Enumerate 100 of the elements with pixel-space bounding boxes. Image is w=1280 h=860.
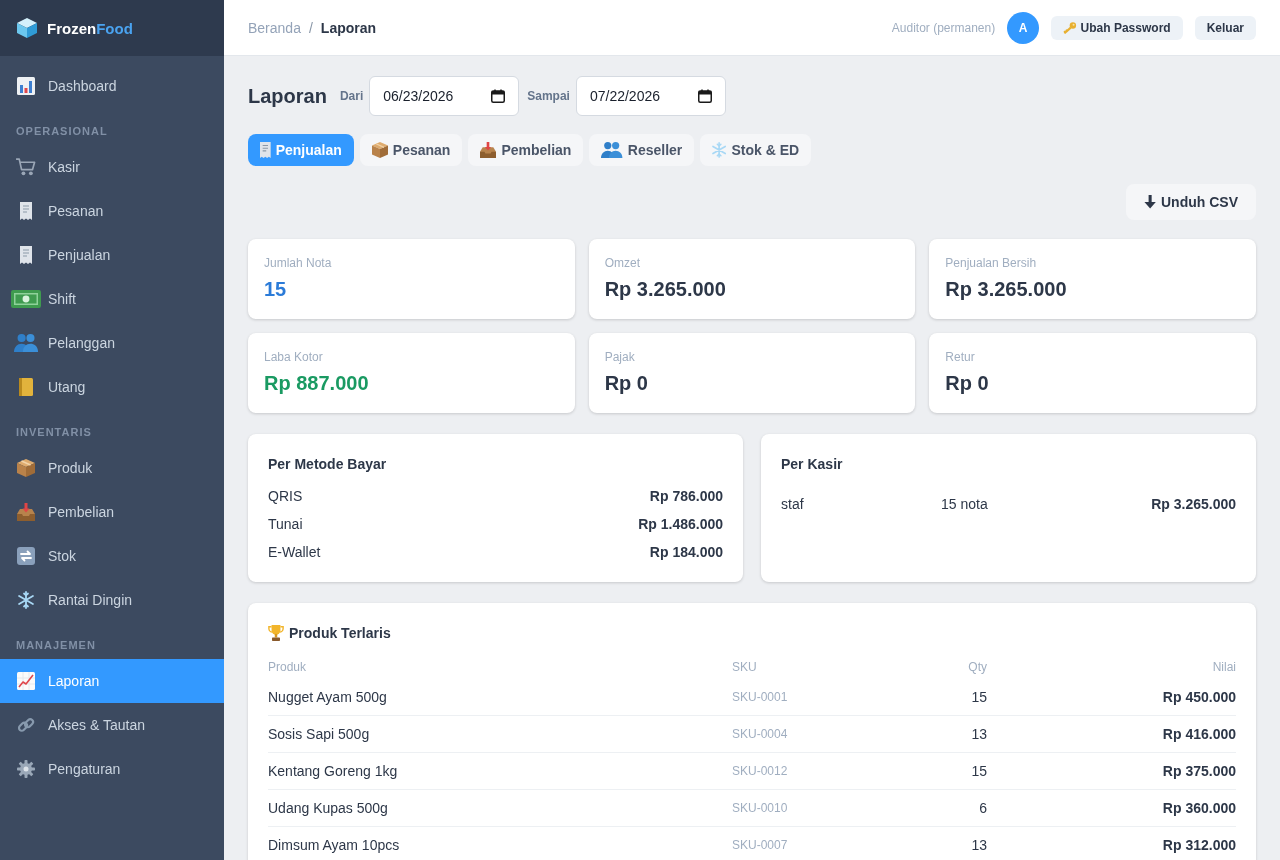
package-icon — [371, 142, 388, 158]
snowflake-icon — [712, 142, 727, 158]
change-password-button[interactable]: Ubah Password — [1051, 15, 1183, 40]
product-name: Udang Kupas 500g — [268, 800, 388, 816]
package-icon — [17, 459, 35, 477]
nav-item[interactable]: Rantai Dingin — [0, 578, 224, 622]
inbox-tray-icon — [17, 503, 35, 521]
cashier-total: Rp 3.265.000 — [1151, 496, 1236, 512]
total-value: Rp 416.000 — [1162, 726, 1236, 742]
nav-item[interactable]: Kasir — [0, 145, 224, 189]
cart-icon — [15, 158, 37, 176]
bar-chart-icon — [17, 77, 35, 95]
nav-item[interactable]: Akses & Tautan — [0, 703, 224, 747]
column-header: Nilai — [1212, 660, 1236, 674]
product-name: Kentang Goreng 1kg — [268, 763, 398, 779]
report-tab[interactable]: Pembelian — [468, 134, 584, 166]
stat-label: Jumlah Nota — [264, 255, 332, 271]
brand-name: FrozenFood — [47, 19, 133, 37]
nav-item[interactable]: Utang — [0, 365, 224, 409]
quantity-value: 6 — [979, 800, 987, 816]
payment-amount: Rp 1.486.000 — [638, 516, 723, 532]
stat-label: Penjualan Bersih — [945, 255, 1037, 271]
invoice-count: 15 nota — [941, 496, 988, 512]
page-title: Laporan — [248, 84, 327, 108]
receipt-icon — [260, 142, 271, 158]
total-value: Rp 312.000 — [1162, 837, 1236, 853]
download-csv-button[interactable]: Unduh CSV — [1125, 184, 1256, 220]
sku-text: SKU-0012 — [732, 764, 788, 778]
report-tab[interactable]: Pesanan — [359, 134, 463, 166]
stat-label: Pajak — [604, 349, 635, 365]
filter-label: Dari — [339, 89, 364, 103]
sku-text: SKU-0010 — [732, 801, 788, 815]
people-icon — [601, 142, 623, 158]
report-tab[interactable]: Stok & ED — [700, 134, 812, 166]
stat-value: Rp 0 — [945, 371, 989, 395]
receipt-icon — [20, 246, 32, 264]
calendar-icon[interactable] — [697, 89, 712, 103]
stat-value: Rp 3.265.000 — [604, 277, 726, 301]
download-icon — [1143, 195, 1156, 209]
inbox-tray-icon — [480, 142, 497, 158]
report-tab[interactable]: Reseller — [589, 134, 695, 166]
quantity-value: 13 — [971, 837, 987, 853]
nav-section-heading: INVENTARIS — [16, 425, 92, 439]
link-icon — [17, 716, 35, 734]
breadcrumb-current: Laporan — [320, 19, 377, 36]
panel-title: Per Metode Bayar — [268, 455, 387, 474]
date-field[interactable]: 06/23/2026 — [369, 76, 520, 116]
column-header: SKU — [732, 660, 757, 674]
nav-item[interactable]: Produk — [0, 446, 224, 490]
column-header: Produk — [268, 660, 307, 674]
cube-icon — [17, 18, 37, 38]
key-icon — [1063, 21, 1077, 34]
snowflake-icon — [18, 591, 34, 609]
product-name: Nugget Ayam 500g — [268, 689, 387, 705]
calendar-icon[interactable] — [491, 89, 506, 103]
filter-label: Sampai — [527, 89, 570, 103]
banknote-icon — [11, 290, 41, 308]
payment-amount: Rp 184.000 — [649, 544, 723, 560]
total-value: Rp 450.000 — [1162, 689, 1236, 705]
trophy-icon — [268, 625, 284, 641]
notebook-icon — [19, 378, 33, 396]
total-value: Rp 360.000 — [1162, 800, 1236, 816]
nav-section-heading: MANAJEMEN — [16, 638, 96, 652]
total-value: Rp 375.000 — [1162, 763, 1236, 779]
sku-text: SKU-0007 — [732, 838, 788, 852]
logout-button[interactable]: Keluar — [1194, 15, 1256, 40]
nav-item[interactable]: Penjualan — [0, 233, 224, 277]
user-role: Auditor (permanen) — [891, 20, 996, 35]
breadcrumb-separator: / — [308, 19, 313, 36]
gear-icon — [17, 760, 35, 778]
quantity-value: 15 — [971, 689, 987, 705]
swap-arrows-icon — [17, 547, 35, 565]
nav-item[interactable]: Shift — [0, 277, 224, 321]
nav-item[interactable]: Pesanan — [0, 189, 224, 233]
receipt-icon — [20, 202, 32, 220]
payment-method: Tunai — [268, 516, 303, 532]
nav-item[interactable]: Pelanggan — [0, 321, 224, 365]
payment-method: QRIS — [268, 488, 303, 504]
panel-title: Produk Terlaris — [289, 624, 391, 643]
stat-value: Rp 3.265.000 — [945, 277, 1067, 301]
sku-text: SKU-0001 — [732, 690, 788, 704]
stat-value: Rp 0 — [604, 371, 648, 395]
line-chart-icon — [17, 672, 35, 690]
stat-label: Laba Kotor — [264, 349, 323, 365]
column-header: Qty — [968, 660, 987, 674]
stat-label: Omzet — [604, 255, 640, 271]
people-icon — [13, 334, 39, 352]
nav-item[interactable]: Stok — [0, 534, 224, 578]
product-name: Sosis Sapi 500g — [268, 726, 370, 742]
payment-amount: Rp 786.000 — [649, 488, 723, 504]
product-name: Dimsum Ayam 10pcs — [268, 837, 400, 853]
sku-text: SKU-0004 — [732, 727, 788, 741]
nav-item[interactable]: Dashboard — [0, 64, 224, 108]
cashier-name: staf — [781, 496, 804, 512]
nav-item[interactable]: Pembelian — [0, 490, 224, 534]
quantity-value: 13 — [971, 726, 987, 742]
nav-item[interactable]: Pengaturan — [0, 747, 224, 791]
date-field[interactable]: 07/22/2026 — [575, 76, 726, 116]
quantity-value: 15 — [971, 763, 987, 779]
panel-title: Per Kasir — [781, 455, 843, 474]
